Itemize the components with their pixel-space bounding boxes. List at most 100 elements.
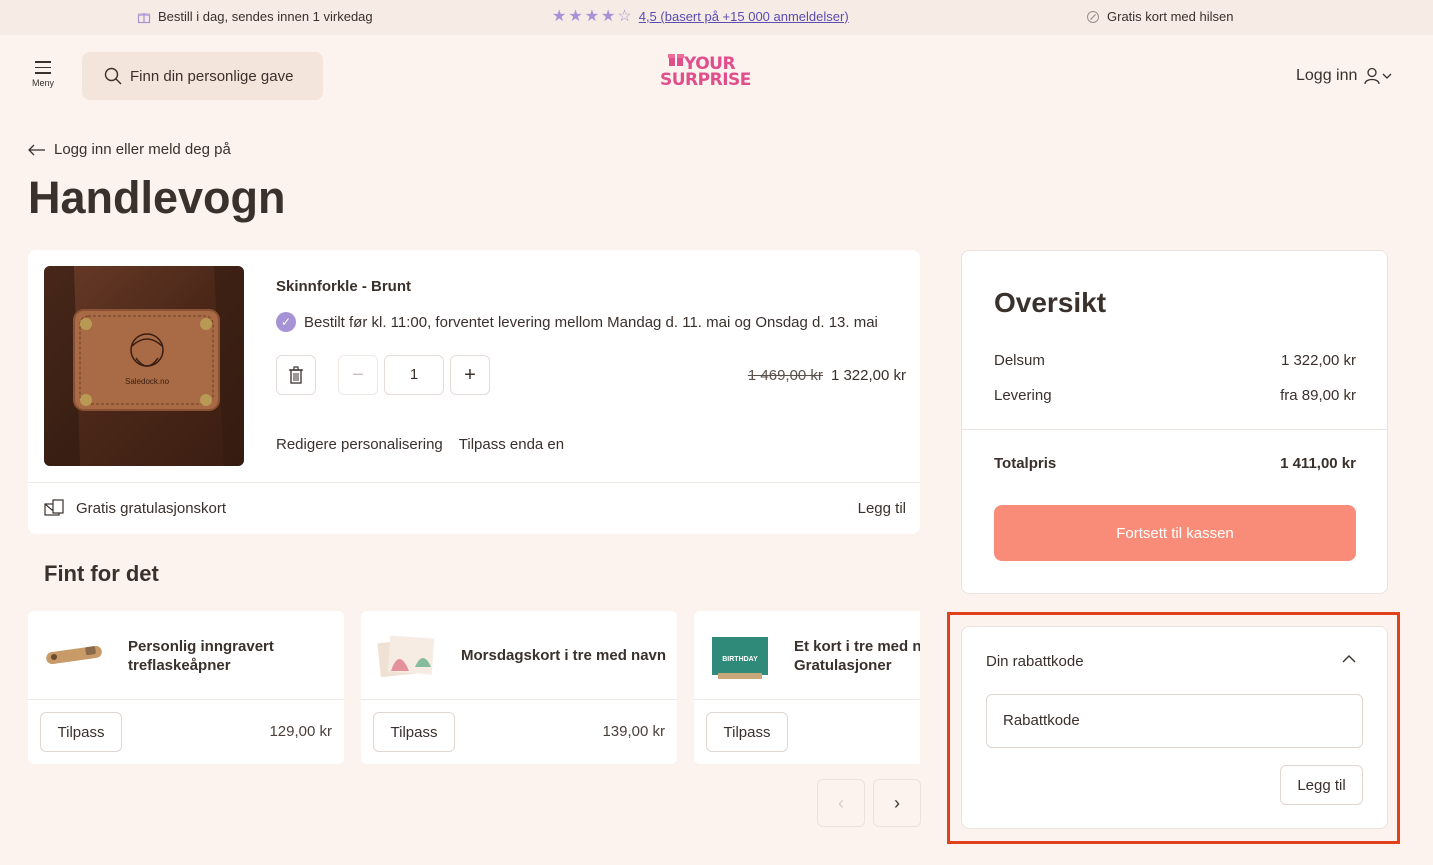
star-icon: ★ [552, 7, 567, 25]
site-logo[interactable]: YOUR SURPRISE [660, 52, 760, 92]
increase-quantity-button[interactable]: + [450, 355, 490, 395]
customize-button[interactable]: Tilpass [40, 712, 122, 752]
recommendation-price: 139,00 kr [602, 723, 665, 740]
gift-logo-icon [668, 54, 684, 66]
chevron-right-icon: › [894, 792, 900, 813]
recommendations-title: Fint for det [44, 561, 159, 586]
old-price: 1 469,00 kr [747, 367, 823, 384]
add-gift-card-button[interactable]: Legg til [858, 500, 906, 517]
divider [28, 699, 344, 700]
chevron-up-icon[interactable] [1341, 651, 1357, 667]
recommendation-title-line: Morsdagskort i tre med navn [461, 647, 667, 664]
plus-icon: + [464, 363, 476, 386]
summary-title: Oversikt [994, 287, 1107, 318]
subtotal-value: 1 322,00 kr [1280, 352, 1356, 369]
half-star-icon: ☆ [617, 7, 632, 25]
wooden-card-image [377, 635, 435, 678]
product-name[interactable]: Skinnforkle - Brunt [276, 278, 411, 295]
carousel-prev-button[interactable]: ‹ [817, 779, 865, 827]
delivery-value: fra 89,00 kr [1280, 387, 1356, 404]
back-link-label: Logg inn eller meld deg på [54, 141, 231, 158]
arrow-left-icon [28, 144, 45, 155]
item-actions: Redigere personalisering Tilpass enda en [276, 436, 564, 453]
recommendation-card[interactable]: Morsdagskort i tre med navn Tilpass 139,… [361, 611, 677, 764]
customize-another-link[interactable]: Tilpass enda en [459, 436, 564, 453]
star-icon: ★ [568, 7, 583, 25]
recommendation-title: Et kort i tre med na Gratulasjoner [794, 637, 920, 675]
shipping-text: Bestill i dag, sendes innen 1 virkedag [158, 9, 373, 24]
leather-apron-image: Saledock.no [44, 266, 244, 466]
quantity-input[interactable]: 1 [384, 355, 444, 395]
card-info: Gratis kort med hilsen [1086, 9, 1233, 24]
page-title: Handlevogn [28, 172, 286, 223]
back-link[interactable]: Logg inn eller meld deg på [28, 141, 231, 158]
divider [361, 699, 677, 700]
subtotal-label: Delsum [994, 352, 1045, 369]
recommendation-title: Morsdagskort i tre med navn [461, 646, 671, 665]
total-row: Totalpris 1 411,00 kr [994, 455, 1356, 472]
bottle-opener-image [46, 645, 102, 665]
hamburger-bar [35, 72, 51, 74]
total-label: Totalpris [994, 455, 1057, 472]
menu-label: Meny [31, 77, 54, 88]
product-image[interactable]: Saledock.no [44, 266, 244, 466]
recommendations-carousel: Personlig inngravert treflaskeåpner Tilp… [28, 611, 920, 764]
birthday-card-image: BIRTHDAY [712, 637, 768, 679]
shipping-info: Bestill i dag, sendes innen 1 virkedag [137, 9, 373, 24]
minus-icon: − [352, 363, 364, 386]
login-label: Logg inn [1296, 67, 1358, 84]
gift-card-row: Gratis gratulasjonskort [44, 499, 226, 517]
rating-info: ★ ★ ★ ★ ☆ 4,5 (basert på +15 000 anmelde… [552, 7, 849, 25]
check-icon: ✓ [276, 312, 296, 332]
rating-stars: ★ ★ ★ ★ ☆ [552, 7, 632, 25]
customize-button[interactable]: Tilpass [706, 712, 788, 752]
coupon-title[interactable]: Din rabattkode [986, 653, 1084, 670]
site-header: Meny Finn din personlige gave YOUR SURPR… [0, 35, 1433, 117]
birthday-text: BIRTHDAY [722, 656, 758, 663]
gift-box-icon [137, 12, 151, 23]
divider [28, 482, 920, 483]
current-price: 1 322,00 kr [830, 367, 906, 384]
carousel-next-button[interactable]: › [873, 779, 921, 827]
pen-icon [1087, 10, 1099, 23]
search-icon [104, 67, 122, 85]
star-icon: ★ [601, 7, 616, 25]
recommendation-title-line: Personlig inngravert [128, 638, 274, 655]
image-text: Saledock.no [125, 377, 170, 386]
apply-coupon-button[interactable]: Legg til [1280, 765, 1363, 805]
top-info-bar: Bestill i dag, sendes innen 1 virkedag ★… [0, 0, 1433, 35]
recommendation-card[interactable]: BIRTHDAY Et kort i tre med na Gratulasjo… [694, 611, 920, 764]
coupon-input[interactable]: Rabattkode [986, 694, 1363, 748]
delete-button[interactable] [276, 355, 316, 395]
login-button[interactable]: Logg inn [1296, 67, 1393, 85]
greeting-card-icon [44, 499, 64, 516]
cart-item-card: Saledock.no Skinnforkle - Brunt ✓ Bestil… [28, 250, 920, 534]
recommendation-price: 129,00 kr [269, 723, 332, 740]
edit-personalization-link[interactable]: Redigere personalisering [276, 436, 443, 453]
decrease-quantity-button[interactable]: − [338, 355, 378, 395]
rating-link[interactable]: 4,5 (basert på +15 000 anmeldelser) [639, 9, 849, 24]
divider [694, 699, 920, 700]
delivery-estimate: ✓ Bestilt før kl. 11:00, forventet lever… [276, 312, 878, 332]
recommendation-title-line: treflaskeåpner [128, 657, 231, 674]
hamburger-bar [35, 66, 51, 68]
trash-icon [289, 366, 303, 384]
customize-button[interactable]: Tilpass [373, 712, 455, 752]
recommendation-card[interactable]: Personlig inngravert treflaskeåpner Tilp… [28, 611, 344, 764]
price-group: 1 469,00 kr 1 322,00 kr [748, 367, 906, 384]
order-summary: Oversikt Delsum 1 322,00 kr Levering fra… [961, 250, 1388, 594]
chevron-left-icon: ‹ [838, 792, 844, 813]
recommendation-title: Personlig inngravert treflaskeåpner [128, 637, 338, 675]
delivery-row: Levering fra 89,00 kr [994, 387, 1356, 404]
divider [962, 429, 1387, 430]
coupon-panel: Din rabattkode Rabattkode Legg til [961, 626, 1388, 829]
gift-card-label: Gratis gratulasjonskort [76, 499, 227, 517]
card-text: Gratis kort med hilsen [1107, 9, 1234, 24]
search-input[interactable]: Finn din personlige gave [82, 52, 323, 100]
checkout-button[interactable]: Fortsett til kassen [994, 505, 1356, 561]
total-value: 1 411,00 kr [1280, 455, 1356, 472]
menu-button[interactable]: Meny [30, 61, 56, 88]
quantity-controls: − 1 + [276, 355, 490, 395]
delivery-label: Levering [994, 387, 1052, 404]
